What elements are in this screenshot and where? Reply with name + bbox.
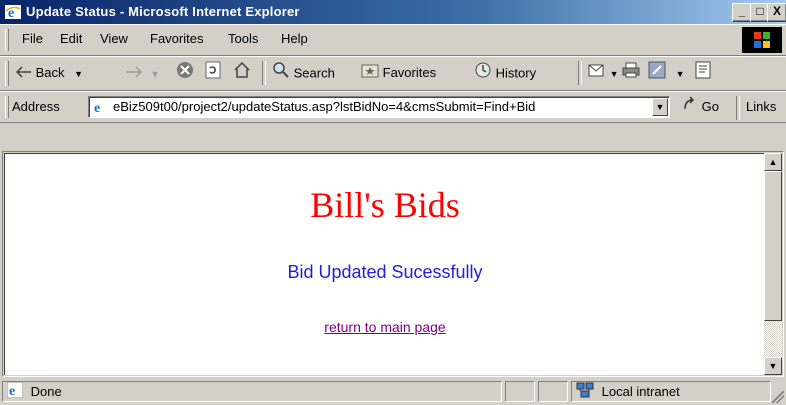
favorites-folder-icon	[361, 62, 379, 86]
go-button[interactable]: Go	[682, 95, 719, 119]
zone-pane: Local intranet	[571, 381, 771, 402]
address-grip[interactable]	[5, 96, 9, 118]
address-field[interactable]: e eBiz509t00/project2/updateStatus.asp?l…	[88, 96, 670, 118]
mail-dropdown-icon[interactable]: ▼	[610, 69, 619, 79]
mail-button[interactable]: ▼	[588, 61, 619, 85]
close-button[interactable]: X	[767, 3, 786, 22]
discuss-icon	[695, 61, 711, 87]
svg-text:e: e	[9, 384, 15, 398]
print-icon	[622, 62, 640, 86]
search-button[interactable]: Search	[272, 61, 335, 85]
scroll-up-icon[interactable]: ▲	[764, 153, 782, 171]
history-button[interactable]: History	[474, 61, 536, 85]
status-message: Bid Updated Sucessfully	[287, 262, 483, 282]
address-url[interactable]: eBiz509t00/project2/updateStatus.asp?lst…	[113, 99, 645, 115]
scroll-down-icon[interactable]: ▼	[764, 357, 782, 375]
toolbar-separator	[578, 61, 582, 85]
page-heading: Bill's Bids	[310, 185, 460, 225]
favorites-label: Favorites	[382, 65, 437, 80]
browser-window: e Update Status - Microsoft Internet Exp…	[0, 0, 786, 405]
windows-logo-icon	[742, 27, 782, 53]
mail-icon	[588, 62, 606, 86]
search-label: Search	[293, 65, 335, 81]
page-icon: e	[92, 99, 108, 116]
links-separator	[736, 96, 740, 120]
window-title: Update Status - Microsoft Internet Explo…	[26, 4, 300, 19]
back-arrow-icon	[15, 62, 32, 86]
stop-icon	[176, 61, 194, 87]
return-to-main-link[interactable]: return to main page	[324, 319, 445, 335]
toolbar-separator	[262, 61, 266, 85]
standard-toolbar: Back ▼ ▼ Search Favorites History ▼ ▼	[0, 56, 786, 91]
page-content: Bill's Bids Bid Updated Sucessfully retu…	[4, 153, 764, 375]
status-text-pane: e Done	[2, 381, 502, 402]
menu-help[interactable]: Help	[281, 31, 308, 47]
menu-favorites[interactable]: Favorites	[150, 31, 203, 47]
go-label: Go	[701, 99, 719, 114]
forward-button[interactable]: ▼	[125, 61, 160, 85]
status-pane-progress	[505, 381, 535, 402]
forward-dropdown-icon[interactable]: ▼	[151, 69, 160, 79]
menu-tools[interactable]: Tools	[228, 31, 258, 47]
minimize-button[interactable]: _	[732, 3, 752, 22]
title-bar[interactable]: e Update Status - Microsoft Internet Exp…	[0, 0, 786, 24]
menu-bar: File Edit View Favorites Tools Help	[0, 24, 786, 56]
forward-arrow-icon	[125, 62, 143, 86]
page-done-icon: e	[6, 381, 24, 403]
menu-edit[interactable]: Edit	[60, 31, 82, 47]
edit-page-icon	[648, 61, 666, 87]
status-text: Done	[30, 384, 62, 399]
vertical-scrollbar[interactable]: ▲ ▼	[764, 153, 782, 375]
discuss-button[interactable]	[695, 61, 711, 85]
content-frame: Bill's Bids Bid Updated Sucessfully retu…	[2, 151, 784, 377]
scroll-thumb[interactable]	[764, 171, 782, 321]
back-dropdown-icon[interactable]: ▼	[74, 69, 83, 79]
menu-view[interactable]: View	[100, 31, 128, 47]
home-icon	[233, 61, 251, 87]
links-button[interactable]: Links	[746, 95, 776, 119]
status-bar: e Done Local intranet	[0, 378, 786, 405]
favorites-button[interactable]: Favorites	[361, 61, 436, 85]
refresh-icon	[205, 61, 221, 87]
edit-button[interactable]: ▼	[648, 61, 685, 85]
edit-dropdown-icon[interactable]: ▼	[676, 69, 685, 79]
return-link-wrapper: return to main page	[5, 319, 765, 335]
history-icon	[474, 61, 492, 87]
address-bar: Address e eBiz509t00/project2/updateStat…	[0, 91, 786, 123]
svg-text:e: e	[94, 101, 100, 115]
toolbar-grip[interactable]	[5, 61, 9, 86]
stop-button[interactable]	[176, 61, 194, 85]
back-label: Back	[35, 65, 65, 80]
intranet-zone-icon	[576, 382, 594, 403]
search-icon	[272, 61, 290, 87]
print-button[interactable]	[622, 61, 640, 85]
menu-file[interactable]: File	[22, 31, 43, 47]
address-label: Address	[12, 99, 60, 114]
address-dropdown-icon[interactable]: ▼	[652, 98, 668, 116]
zone-label: Local intranet	[601, 384, 680, 399]
history-label: History	[495, 65, 537, 81]
back-button[interactable]: Back ▼	[15, 61, 83, 86]
go-arrow-icon	[682, 96, 698, 120]
refresh-button[interactable]	[205, 61, 221, 85]
status-pane-security	[538, 381, 568, 402]
home-button[interactable]	[233, 61, 251, 85]
menu-grip[interactable]	[5, 29, 9, 51]
resize-grip-icon[interactable]	[772, 391, 784, 403]
ie-logo-icon: e	[4, 3, 22, 21]
